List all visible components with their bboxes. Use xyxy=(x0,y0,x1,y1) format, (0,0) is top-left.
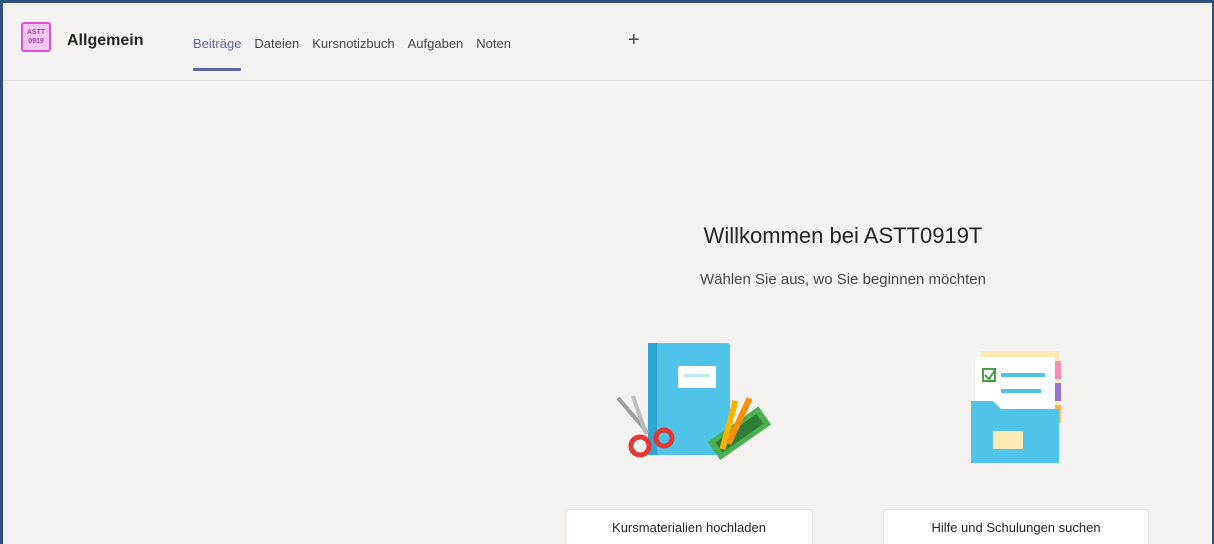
tab-noten[interactable]: Noten xyxy=(476,36,511,71)
team-avatar-line1: ASTT xyxy=(26,29,46,36)
tab-beitraege[interactable]: Beiträge xyxy=(193,36,242,71)
folder-documents-illustration xyxy=(971,351,1061,463)
notebook-scissors-illustration xyxy=(616,343,772,461)
team-avatar-line2: 0919 xyxy=(28,38,44,45)
add-tab-icon[interactable]: + xyxy=(628,30,640,50)
welcome-subtitle: Wählen Sie aus, wo Sie beginnen möchten xyxy=(699,271,986,288)
find-help-training-button[interactable]: Hilfe und Schulungen suchen xyxy=(883,509,1149,544)
teams-channel-window: ASTT 0919 Allgemein Beiträge Dateien Kur… xyxy=(3,3,1212,544)
tab-dateien[interactable]: Dateien xyxy=(254,36,299,71)
tab-aufgaben[interactable]: Aufgaben xyxy=(408,36,464,71)
upload-materials-button[interactable]: Kursmaterialien hochladen xyxy=(565,509,813,544)
channel-title: Allgemein xyxy=(67,32,144,49)
channel-header: ASTT 0919 Allgemein Beiträge Dateien Kur… xyxy=(3,3,1212,81)
tab-kursnotizbuch[interactable]: Kursnotizbuch xyxy=(312,36,394,71)
channel-tabs: Beiträge Dateien Kursnotizbuch Aufgaben … xyxy=(193,36,524,71)
welcome-title: Willkommen bei ASTT0919T xyxy=(703,223,983,248)
team-avatar-icon[interactable]: ASTT 0919 xyxy=(21,22,51,52)
